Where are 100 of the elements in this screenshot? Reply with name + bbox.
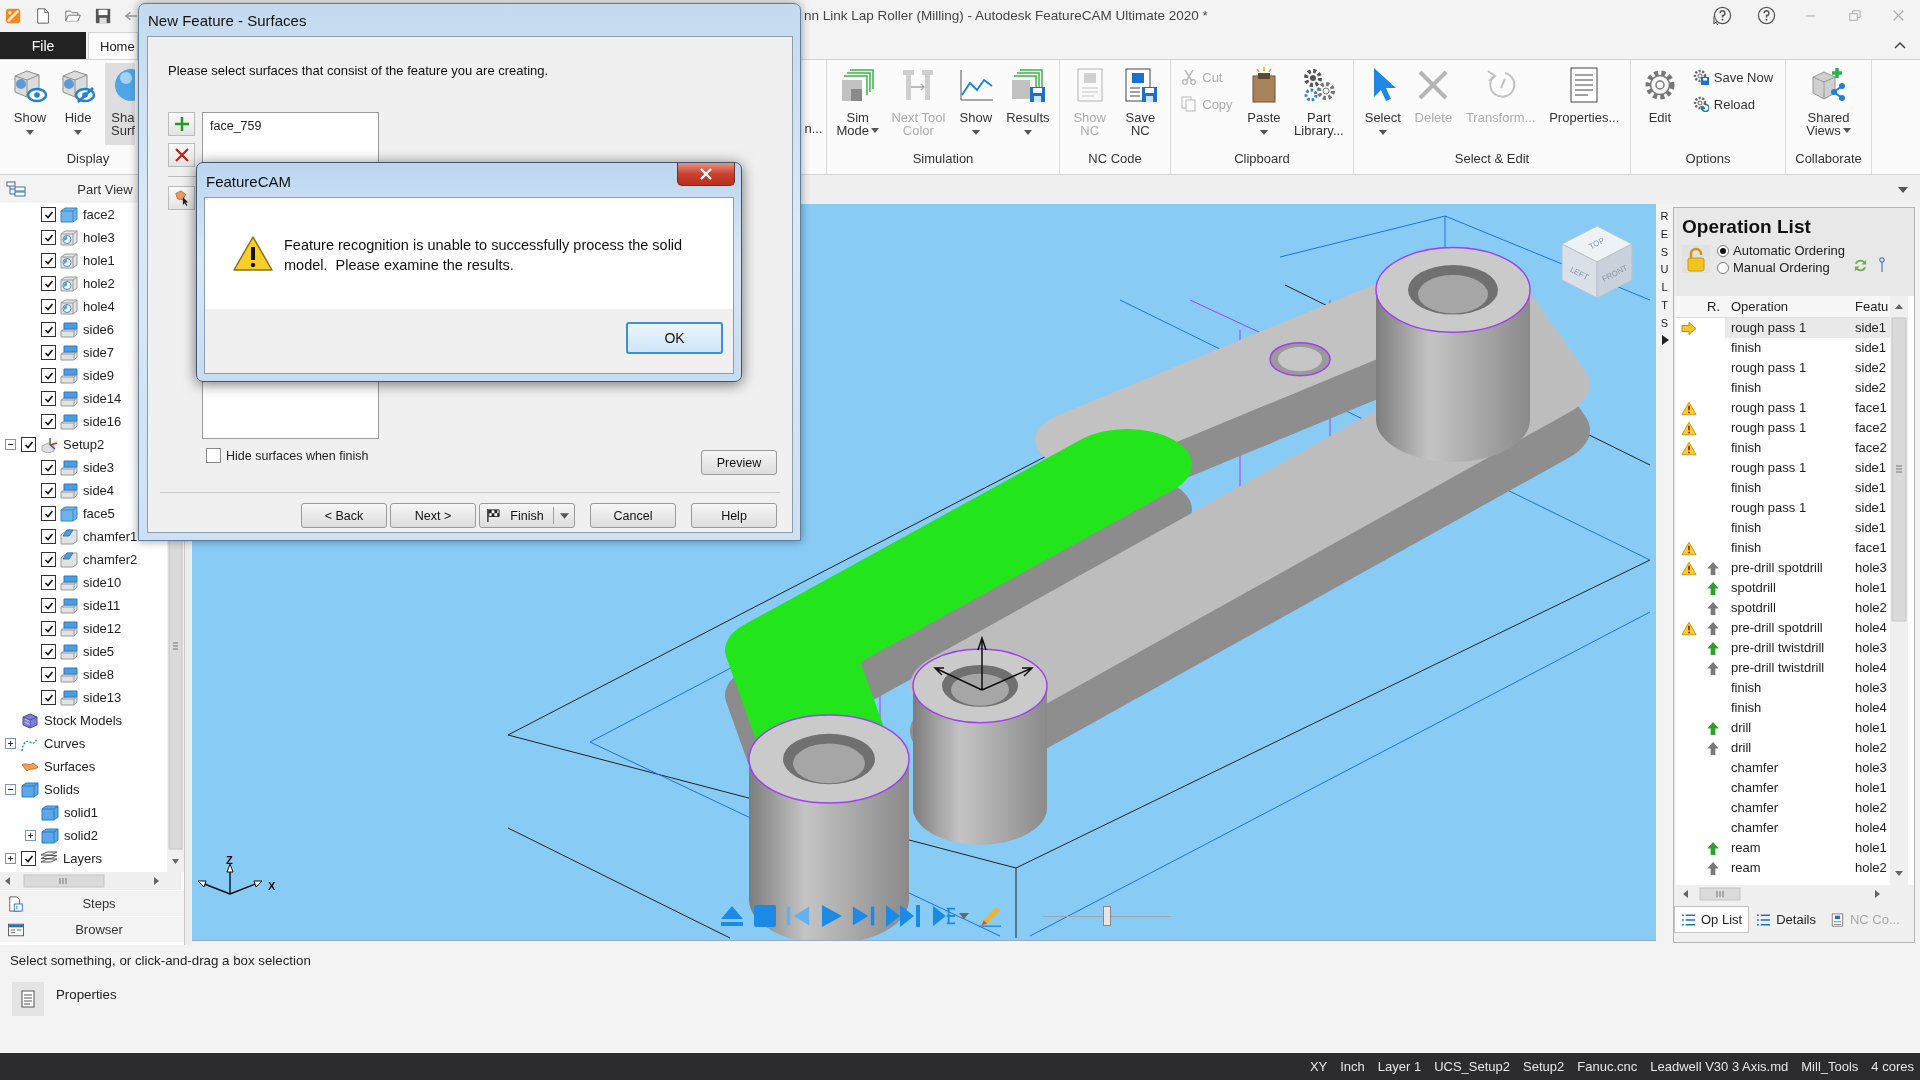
checkbox[interactable] [41, 575, 56, 590]
tree-item[interactable]: chamfer1 [82, 529, 138, 544]
checkbox[interactable] [41, 529, 56, 544]
checkbox[interactable] [41, 414, 56, 429]
checkbox[interactable] [21, 437, 36, 452]
arrow-right-icon[interactable] [1660, 334, 1669, 345]
tree-item[interactable]: side16 [82, 414, 122, 429]
operation-row[interactable]: pre-drill spotdrill hole4 [1676, 618, 1890, 638]
scrollbar[interactable] [1890, 296, 1908, 885]
tree-item[interactable]: side6 [82, 322, 115, 337]
dialog-button[interactable]: Next > [390, 503, 476, 528]
operation-row[interactable]: finish side1 [1676, 478, 1890, 498]
operation-row[interactable]: finish face1 [1676, 538, 1890, 558]
operation-row[interactable]: pre-drill spotdrill hole3 [1676, 558, 1890, 578]
checkbox[interactable] [41, 460, 56, 475]
operation-row[interactable]: drill hole1 [1676, 718, 1890, 738]
operation-row[interactable]: finish side1 [1676, 338, 1890, 358]
operation-row[interactable]: finish side1 [1676, 518, 1890, 538]
tree-item[interactable]: side7 [82, 345, 115, 360]
save-icon[interactable] [95, 6, 112, 25]
ribbon-button[interactable]: Save Now [1688, 65, 1778, 89]
tree-item[interactable]: side5 [82, 644, 115, 659]
operation-row[interactable]: spotdrill hole2 [1676, 598, 1890, 618]
operation-row[interactable]: ream hole2 [1676, 858, 1890, 878]
ribbon-button[interactable]: Properties... [1546, 63, 1623, 145]
ribbon-button[interactable]: n... [804, 63, 823, 145]
preview-button[interactable]: Preview [701, 450, 777, 475]
checkbox[interactable] [41, 322, 56, 337]
ribbon-button[interactable]: Paste [1242, 63, 1285, 145]
checkbox[interactable] [206, 448, 221, 463]
checkbox[interactable] [41, 667, 56, 682]
tree-item[interactable]: Setup2 [62, 437, 105, 452]
ribbon-tab[interactable]: Home [88, 32, 138, 59]
list-item[interactable]: face_759 [210, 119, 262, 133]
operation-row[interactable]: rough pass 1 face2 [1676, 418, 1890, 438]
radio-label[interactable]: Automatic Ordering [1733, 243, 1845, 258]
operation-row[interactable]: rough pass 1 side2 [1676, 358, 1890, 378]
ribbon-button[interactable]: Hide [57, 63, 99, 145]
radio-label[interactable]: Manual Ordering [1733, 260, 1830, 275]
chevron-up-icon[interactable] [1894, 41, 1906, 49]
remove-button[interactable] [168, 143, 195, 167]
ribbon-button[interactable]: Save NC [1119, 63, 1162, 145]
ribbon-button[interactable]: Sim Mode [833, 63, 882, 145]
collapse-icon[interactable] [5, 439, 16, 450]
ribbon-button[interactable]: Select [1361, 63, 1404, 145]
operation-row[interactable]: rough pass 1 side1 [1676, 318, 1890, 338]
operation-row[interactable]: finish hole4 [1676, 698, 1890, 718]
add-button[interactable] [168, 112, 195, 136]
tree-item[interactable]: side9 [82, 368, 115, 383]
tree-item[interactable]: side13 [82, 690, 122, 705]
checkbox[interactable] [41, 368, 56, 383]
operation-row[interactable]: chamfer hole1 [1676, 778, 1890, 798]
tree-item[interactable]: Stock Models [43, 713, 123, 728]
tree-item[interactable]: Surfaces [43, 759, 96, 774]
operation-row[interactable]: finish hole3 [1676, 678, 1890, 698]
tree-item[interactable]: face2 [82, 207, 115, 222]
tree-item[interactable]: side12 [82, 621, 122, 636]
ribbon-button[interactable]: Part Library... [1291, 63, 1347, 145]
tree-item[interactable]: hole3 [82, 230, 115, 245]
column-header[interactable]: Operation [1725, 299, 1852, 314]
help-icon[interactable] [1757, 6, 1776, 25]
file-tab[interactable]: File [0, 32, 86, 59]
checkbox[interactable] [41, 598, 56, 613]
operation-row[interactable]: drill hole2 [1676, 738, 1890, 758]
checkbox[interactable] [41, 483, 56, 498]
new-file-icon[interactable] [35, 6, 52, 25]
operation-row[interactable]: rough pass 1 side1 [1676, 458, 1890, 478]
expand-icon[interactable] [25, 830, 36, 841]
slider-thumb[interactable] [1103, 905, 1111, 926]
checkbox[interactable] [41, 391, 56, 406]
ribbon-button[interactable]: Reload [1688, 92, 1778, 116]
checkbox[interactable] [41, 644, 56, 659]
checkbox[interactable] [41, 345, 56, 360]
collapse-icon[interactable] [5, 784, 16, 795]
operation-row[interactable]: finish side2 [1676, 378, 1890, 398]
ribbon-button[interactable]: Results [1003, 63, 1053, 145]
operation-row[interactable]: pre-drill twistdrill hole4 [1676, 658, 1890, 678]
operation-row[interactable]: pre-drill twistdrill hole3 [1676, 638, 1890, 658]
ribbon-button[interactable]: Shared Views [1803, 63, 1854, 145]
operation-row[interactable]: chamfer hole3 [1676, 758, 1890, 778]
tree-item[interactable]: hole4 [82, 299, 115, 314]
ribbon-button[interactable]: Show [9, 63, 51, 145]
tree-item[interactable]: side14 [82, 391, 122, 406]
ribbon-button[interactable]: Edit [1638, 63, 1681, 145]
operation-row[interactable]: spotdrill hole1 [1676, 578, 1890, 598]
checkbox-label[interactable]: Hide surfaces when finish [226, 448, 369, 463]
ribbon-button[interactable]: Sha Surf [105, 63, 135, 145]
tree-item[interactable]: face5 [82, 506, 115, 521]
help-cursor-icon[interactable] [1713, 6, 1732, 25]
checkbox[interactable] [41, 621, 56, 636]
operation-row[interactable]: chamfer hole2 [1676, 798, 1890, 818]
tree-item[interactable]: chamfer2 [82, 552, 138, 567]
checkbox[interactable] [41, 253, 56, 268]
checkbox[interactable] [21, 851, 36, 866]
checkbox[interactable] [41, 230, 56, 245]
tree-item[interactable]: Curves [43, 736, 86, 751]
pick-button[interactable] [168, 186, 195, 210]
panel-title[interactable]: Properties [56, 987, 117, 1002]
operation-row[interactable]: chamfer hole4 [1676, 818, 1890, 838]
dialog-button[interactable]: Help [691, 503, 777, 528]
